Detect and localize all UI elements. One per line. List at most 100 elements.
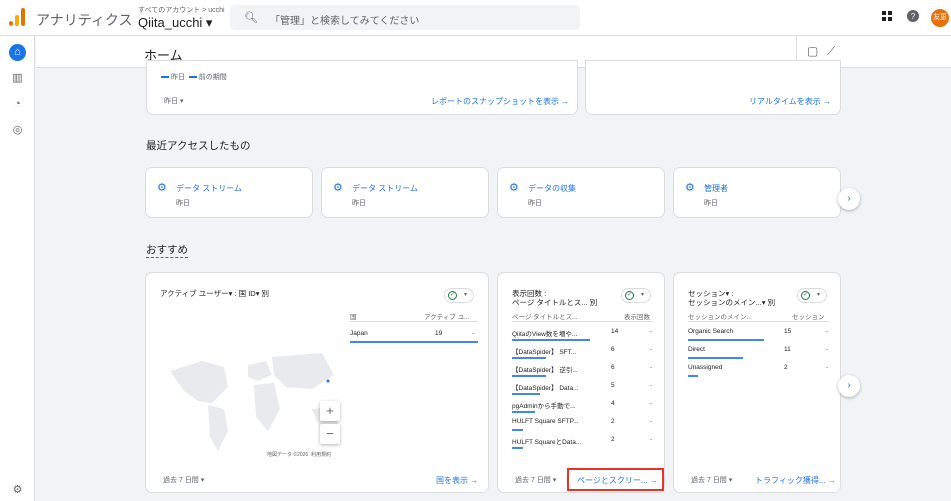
gear-icon: ⚙ (333, 182, 343, 194)
share-bar (512, 447, 523, 449)
card-title-line2[interactable]: ページ タイトルとス... 別 (512, 297, 597, 308)
view-snapshot-label: レポートのスナップショットを表示 (431, 97, 559, 106)
traffic-acquisition-link[interactable]: トラフィック獲得... → (755, 475, 836, 486)
table-row-value: 6 (611, 364, 615, 371)
recent-item-1[interactable]: ⚙ データ ストリーム 昨日 (145, 167, 313, 218)
recent-item-label: データ ストリーム (352, 184, 418, 193)
share-bar (512, 429, 523, 431)
recommend-section-title: おすすめ (146, 244, 188, 258)
recent-item-label: データの収集 (528, 184, 576, 193)
recent-next-button[interactable]: › (838, 188, 860, 210)
table-row-value: 5 (611, 382, 615, 389)
compare-chip[interactable]: ✓ ▾ (444, 288, 474, 303)
table-row-name: Direct (688, 346, 705, 353)
share-bar (512, 393, 540, 395)
map-credit: 地図データ ©2026 (267, 452, 309, 458)
map-terms-link[interactable]: 利用規約 (311, 452, 331, 458)
table-row-value: 19 (435, 330, 443, 337)
date-range-label: 過去 7 日間 (163, 477, 199, 484)
recent-item-2[interactable]: ⚙ データ ストリーム 昨日 (321, 167, 489, 218)
table-divider (350, 321, 478, 322)
share-bar (512, 357, 546, 359)
recent-item-sub: 昨日 (352, 200, 366, 207)
sessions-card: セッション▾ : セッションのメイン...▾ 別 ✓ ▾ セッションのメイン...… (673, 272, 841, 493)
card-title[interactable]: アクティブ ユーザー▾ : 国 ID▾ 別 (160, 288, 269, 299)
col-header-sessions: セッション (792, 314, 825, 321)
table-row-name: Organic Search (688, 328, 734, 335)
card-title-line2[interactable]: セッションのメイン...▾ 別 (688, 297, 775, 308)
reports-icon[interactable]: ▥ (9, 70, 26, 87)
table-row-name: 【DataSpider】 逆引... (512, 367, 578, 374)
table-row-dash: - (826, 346, 829, 353)
insights-icon[interactable]: ⟋ (827, 44, 835, 59)
compare-chip[interactable]: ✓ ▾ (797, 288, 827, 303)
legend-previous: 前の期間 (198, 74, 227, 81)
view-realtime-link[interactable]: リアルタイムを表示 → (749, 96, 831, 107)
search-icon: 🔍︎ (244, 12, 258, 24)
highlight-box (567, 468, 664, 491)
compare-chip[interactable]: ✓ ▾ (621, 288, 651, 303)
gear-icon: ⚙ (509, 182, 519, 194)
view-snapshot-link[interactable]: レポートのスナップショットを表示 → (431, 96, 569, 107)
account-breadcrumb[interactable]: すべてのアカウント > ucchi (138, 5, 225, 15)
zoom-in-button[interactable]: + (320, 401, 340, 421)
table-row-name: HULFT Square SFTP... (512, 418, 579, 425)
snapshot-card: 昨日 前の期間 昨日 ▾ レポートのスナップショットを表示 → (146, 60, 578, 115)
chart-legend: 昨日 前の期間 (161, 72, 227, 82)
table-row-name: Unassigned (688, 364, 723, 371)
table-row-dash: - (650, 346, 653, 353)
table-row-value: 14 (611, 328, 619, 335)
gear-icon: ⚙ (157, 182, 167, 194)
search-placeholder: 「管理」と検索してみてください (270, 16, 420, 27)
date-range-selector[interactable]: 昨日 ▾ (164, 96, 183, 106)
zoom-out-button[interactable]: − (320, 424, 340, 444)
recent-item-sub: 昨日 (704, 200, 718, 207)
check-circle-icon: ✓ (448, 291, 457, 300)
recent-item-label: データ ストリーム (176, 184, 242, 193)
explore-icon[interactable]: ◔ (9, 96, 26, 113)
date-range-selector[interactable]: 過去 7 日間 ▾ (691, 475, 732, 485)
share-bar (688, 357, 743, 359)
table-row-value: 2 (611, 436, 615, 443)
legend-current: 昨日 (170, 74, 185, 81)
check-circle-icon: ✓ (801, 291, 810, 300)
settings-gear-icon[interactable]: ⚙ (9, 482, 26, 499)
table-row-dash: - (650, 382, 653, 389)
recommend-next-button[interactable]: › (838, 375, 860, 397)
chevron-down-icon: ▾ (641, 292, 645, 298)
advertising-icon[interactable]: ◎ (9, 122, 26, 139)
search-input[interactable]: 🔍︎ 「管理」と検索してみてください (230, 5, 580, 30)
share-bar (688, 339, 764, 341)
recent-item-sub: 昨日 (528, 200, 542, 207)
traffic-acquisition-label: トラフィック獲得... (755, 476, 826, 485)
table-row-name: HULFT SquareとData... (512, 439, 582, 446)
avatar[interactable]: 友恵 (931, 9, 949, 27)
table-divider (512, 321, 653, 322)
share-bar (512, 411, 535, 413)
share-bar (512, 339, 590, 341)
recent-item-3[interactable]: ⚙ データの収集 昨日 (497, 167, 665, 218)
property-selector[interactable]: Qiita_ucchi ▾ (138, 15, 212, 31)
recent-item-4[interactable]: ⚙ 管理者 昨日 (673, 167, 841, 218)
home-icon[interactable]: ⌂ (9, 44, 26, 61)
view-countries-link[interactable]: 国を表示 → (436, 475, 478, 486)
table-row-name: QiitaのView数を増や... (512, 331, 578, 338)
table-row-value: 6 (611, 346, 615, 353)
analytics-logo-icon[interactable] (9, 8, 25, 26)
table-row-dash: - (650, 400, 653, 407)
share-bar (688, 375, 698, 377)
apps-icon[interactable] (882, 10, 893, 25)
table-row-dash: - (650, 436, 653, 443)
date-range-selector[interactable]: 過去 7 日間 ▾ (163, 475, 204, 485)
share-bar (512, 375, 546, 377)
date-range-selector[interactable]: 過去 7 日間 ▾ (515, 475, 556, 485)
svg-text:?: ? (911, 12, 916, 21)
recent-item-sub: 昨日 (176, 200, 190, 207)
col-header-title: ページ タイトルとス... (512, 314, 578, 321)
view-realtime-label: リアルタイムを表示 (749, 97, 821, 106)
col-header-views: 表示回数 (624, 314, 650, 321)
recent-section-title: 最近アクセスしたもの (146, 140, 251, 152)
col-header-channel: セッションのメイン... (688, 314, 752, 321)
help-icon[interactable]: ? (907, 10, 919, 25)
notes-icon[interactable]: ▢ (807, 44, 818, 58)
